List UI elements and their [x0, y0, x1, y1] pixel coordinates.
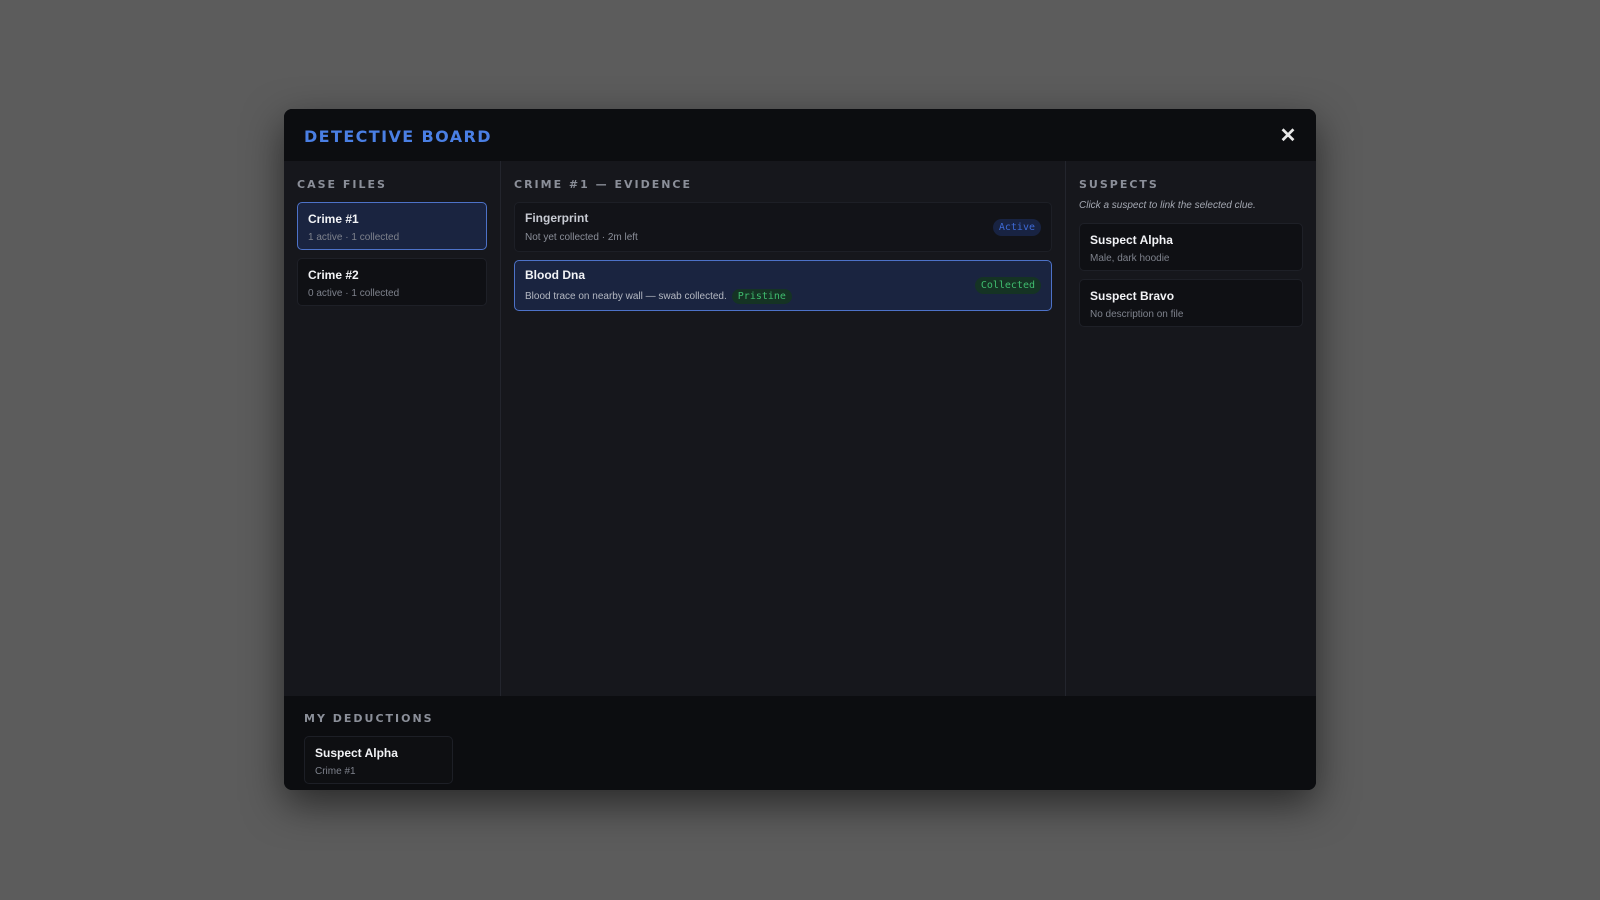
case-files-heading: CASE FILES [297, 178, 387, 191]
suspect-item-alpha[interactable]: Suspect Alpha Male, dark hoodie [1079, 223, 1303, 271]
deduction-card[interactable]: Suspect Alpha Crime #1 [304, 736, 453, 784]
quality-badge: Pristine [731, 288, 792, 304]
suspect-name: Suspect Alpha [1090, 233, 1173, 247]
evidence-item-fingerprint[interactable]: Fingerprint Not yet collected · 2m left … [514, 202, 1052, 252]
suspect-description: Male, dark hoodie [1090, 253, 1170, 264]
evidence-title: Blood Dna [525, 267, 585, 282]
case-title: Crime #1 [308, 212, 359, 226]
evidence-item-blood-dna[interactable]: Blood Dna Blood trace on nearby wall — s… [514, 260, 1052, 311]
detective-board-modal: DETECTIVE BOARD ✕ CASE FILES Crime #1 1 … [284, 109, 1316, 790]
suspect-name: Suspect Bravo [1090, 289, 1175, 303]
evidence-panel: CRIME #1 — EVIDENCE Fingerprint Not yet … [501, 161, 1066, 696]
deduction-crime: Crime #1 [315, 766, 356, 777]
evidence-description: Blood trace on nearby wall — swab collec… [525, 288, 792, 304]
modal-body: CASE FILES Crime #1 1 active · 1 collect… [284, 161, 1316, 696]
suspect-item-bravo[interactable]: Suspect Bravo No description on file [1079, 279, 1303, 327]
deduction-suspect: Suspect Alpha [315, 746, 398, 760]
case-title: Crime #2 [308, 268, 359, 282]
suspects-heading: SUSPECTS [1079, 178, 1159, 191]
evidence-heading: CRIME #1 — EVIDENCE [514, 178, 693, 191]
deductions-heading: MY DEDUCTIONS [304, 712, 434, 725]
suspects-panel: SUSPECTS Click a suspect to link the sel… [1066, 161, 1316, 696]
evidence-title: Fingerprint [525, 211, 589, 225]
evidence-info: Fingerprint Not yet collected · 2m left [525, 211, 638, 243]
evidence-description: Not yet collected · 2m left [525, 232, 638, 243]
evidence-status-text: Blood trace on nearby wall — swab collec… [525, 290, 727, 302]
case-summary: 0 active · 1 collected [308, 288, 400, 299]
suspect-description: No description on file [1090, 309, 1184, 320]
modal-header: DETECTIVE BOARD ✕ [284, 109, 1316, 161]
case-item-crime-2[interactable]: Crime #2 0 active · 1 collected [297, 258, 487, 306]
suspects-hint: Click a suspect to link the selected clu… [1079, 200, 1256, 211]
deductions-panel: MY DEDUCTIONS Suspect Alpha Crime #1 [284, 696, 1316, 790]
status-badge: Collected [974, 277, 1041, 294]
evidence-status-text: Not yet collected · 2m left [525, 232, 638, 243]
case-summary: 1 active · 1 collected [308, 232, 400, 243]
case-files-panel: CASE FILES Crime #1 1 active · 1 collect… [284, 161, 501, 696]
modal-title: DETECTIVE BOARD [304, 126, 492, 146]
status-badge: Active [992, 218, 1041, 236]
case-item-crime-1[interactable]: Crime #1 1 active · 1 collected [297, 202, 487, 250]
close-icon[interactable]: ✕ [1276, 123, 1300, 147]
evidence-info: Blood Dna Blood trace on nearby wall — s… [525, 268, 792, 304]
